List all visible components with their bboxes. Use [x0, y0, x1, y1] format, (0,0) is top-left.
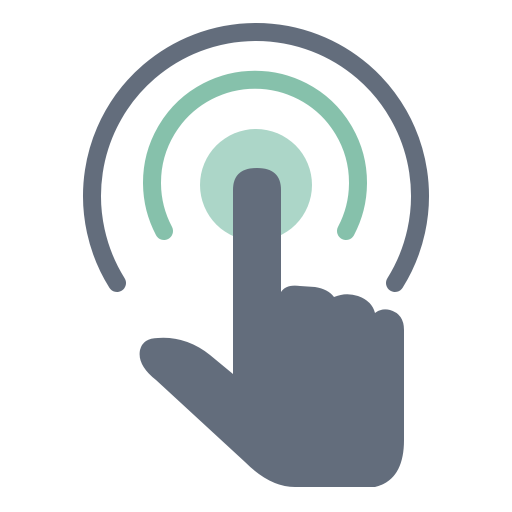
icon-canvas [0, 0, 512, 512]
hand-shape [139, 168, 404, 487]
tap-gesture-icon [83, 22, 429, 487]
